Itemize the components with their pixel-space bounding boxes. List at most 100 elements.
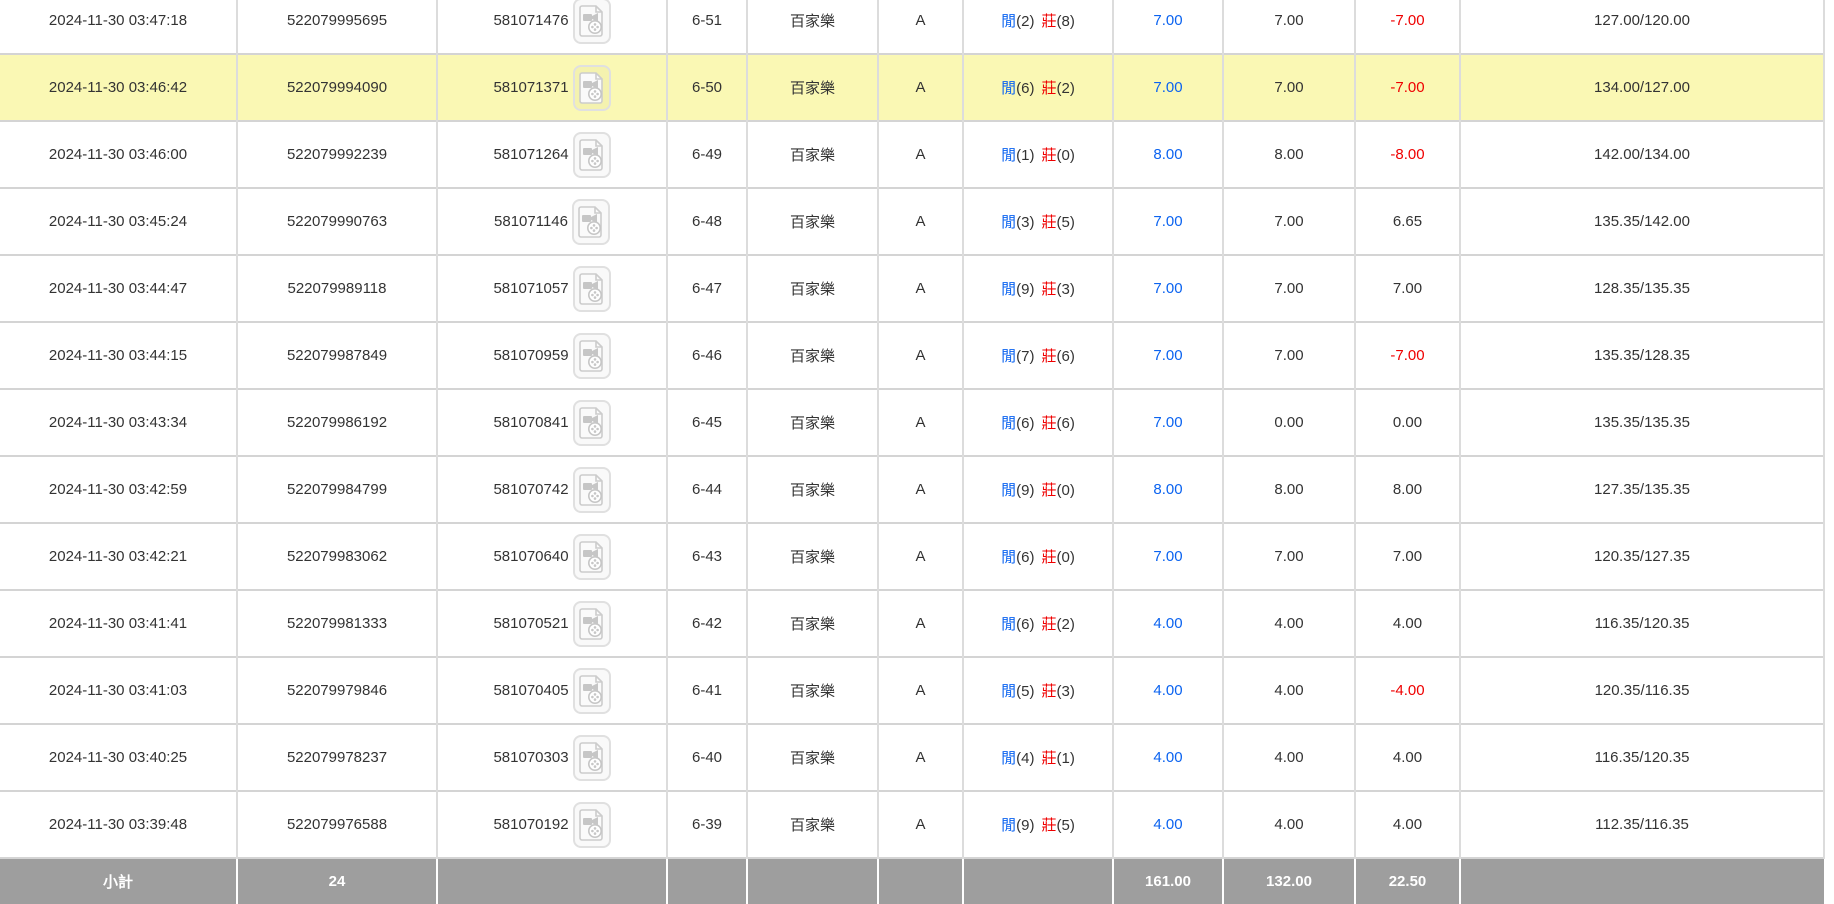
round-no-cell: 6-41 [667, 657, 747, 724]
win-loss-value: -7.00 [1390, 347, 1424, 364]
video-replay-button[interactable] [573, 132, 611, 178]
bet-records-table-wrap: 2024-11-30 03:47:18 522079995695 5810714… [0, 0, 1825, 904]
summary-valid-bet-total: 161.00 [1113, 858, 1223, 904]
round-no-cell: 6-42 [667, 590, 747, 657]
bet-id-cell: 522079979846 [237, 657, 437, 724]
player-result-label: 閒 [1001, 214, 1016, 231]
table-row[interactable]: 2024-11-30 03:39:48 522079976588 5810701… [0, 791, 1824, 858]
result-cell: 閒(9)莊(3) [963, 255, 1113, 322]
table-row[interactable]: 2024-11-30 03:42:21 522079983062 5810706… [0, 523, 1824, 590]
video-replay-icon [579, 407, 605, 439]
video-replay-button[interactable] [572, 199, 610, 245]
banker-result-label: 莊 [1042, 281, 1057, 298]
player-result-score: (6) [1016, 616, 1034, 633]
player-result-score: (9) [1016, 281, 1034, 298]
banker-result-score: (6) [1057, 415, 1075, 432]
round-no-cell: 6-43 [667, 523, 747, 590]
table-row[interactable]: 2024-11-30 03:46:42 522079994090 5810713… [0, 54, 1824, 121]
video-replay-button[interactable] [573, 534, 611, 580]
balance-cell: 142.00/134.00 [1460, 121, 1824, 188]
bet-records-table: 2024-11-30 03:47:18 522079995695 5810714… [0, 0, 1825, 904]
balance-cell: 128.35/135.35 [1460, 255, 1824, 322]
round-no-cell: 6-51 [667, 0, 747, 54]
player-result-label: 閒 [1001, 348, 1016, 365]
summary-label: 小計 [0, 858, 237, 904]
video-replay-button[interactable] [573, 601, 611, 647]
player-result-score: (2) [1016, 13, 1034, 30]
bet-amount-cell: 4.00 [1223, 657, 1355, 724]
video-replay-icon [579, 139, 605, 171]
banker-result-label: 莊 [1042, 549, 1057, 566]
game-type-cell: 百家樂 [747, 255, 878, 322]
banker-result-score: (2) [1057, 80, 1075, 97]
win-loss-cell: 8.00 [1355, 456, 1460, 523]
summary-empty-cell [1460, 858, 1824, 904]
table-name-cell: A [878, 255, 963, 322]
player-result-score: (6) [1016, 415, 1034, 432]
video-replay-button[interactable] [573, 467, 611, 513]
table-row[interactable]: 2024-11-30 03:44:47 522079989118 5810710… [0, 255, 1824, 322]
game-type-cell: 百家樂 [747, 121, 878, 188]
banker-result-score: (0) [1057, 482, 1075, 499]
balance-cell: 127.35/135.35 [1460, 456, 1824, 523]
video-replay-button[interactable] [573, 668, 611, 714]
video-replay-icon [579, 273, 605, 305]
table-name-cell: A [878, 188, 963, 255]
video-replay-button[interactable] [573, 65, 611, 111]
summary-empty-cell [667, 858, 747, 904]
summary-empty-cell [437, 858, 667, 904]
round-id-cell: 581070303 [437, 724, 667, 791]
video-replay-button[interactable] [573, 735, 611, 781]
win-loss-cell: -8.00 [1355, 121, 1460, 188]
balance-cell: 116.35/120.35 [1460, 590, 1824, 657]
win-loss-value: 4.00 [1393, 816, 1422, 833]
table-row[interactable]: 2024-11-30 03:41:41 522079981333 5810705… [0, 590, 1824, 657]
game-type-cell: 百家樂 [747, 322, 878, 389]
balance-cell: 120.35/127.35 [1460, 523, 1824, 590]
bet-id-cell: 522079983062 [237, 523, 437, 590]
table-name-cell: A [878, 54, 963, 121]
player-result-label: 閒 [1001, 281, 1016, 298]
table-name-cell: A [878, 724, 963, 791]
bet-time-cell: 2024-11-30 03:40:25 [0, 724, 237, 791]
table-row[interactable]: 2024-11-30 03:46:00 522079992239 5810712… [0, 121, 1824, 188]
table-name-cell: A [878, 389, 963, 456]
video-replay-button[interactable] [573, 333, 611, 379]
bet-time-cell: 2024-11-30 03:41:03 [0, 657, 237, 724]
result-cell: 閒(9)莊(0) [963, 456, 1113, 523]
player-result-score: (7) [1016, 348, 1034, 365]
player-result-label: 閒 [1001, 415, 1016, 432]
video-replay-button[interactable] [573, 802, 611, 848]
balance-cell: 116.35/120.35 [1460, 724, 1824, 791]
table-row[interactable]: 2024-11-30 03:45:24 522079990763 5810711… [0, 188, 1824, 255]
video-replay-button[interactable] [573, 0, 611, 44]
bet-id-cell: 522079978237 [237, 724, 437, 791]
table-row[interactable]: 2024-11-30 03:42:59 522079984799 5810707… [0, 456, 1824, 523]
valid-bet-cell: 7.00 [1113, 0, 1223, 54]
table-row[interactable]: 2024-11-30 03:41:03 522079979846 5810704… [0, 657, 1824, 724]
table-row[interactable]: 2024-11-30 03:47:18 522079995695 5810714… [0, 0, 1824, 54]
table-row[interactable]: 2024-11-30 03:43:34 522079986192 5810708… [0, 389, 1824, 456]
video-replay-button[interactable] [573, 266, 611, 312]
round-no-cell: 6-47 [667, 255, 747, 322]
bet-id-cell: 522079976588 [237, 791, 437, 858]
game-type-cell: 百家樂 [747, 389, 878, 456]
player-result-label: 閒 [1001, 750, 1016, 767]
round-id-cell: 581070405 [437, 657, 667, 724]
valid-bet-cell: 4.00 [1113, 590, 1223, 657]
banker-result-label: 莊 [1042, 683, 1057, 700]
video-replay-button[interactable] [573, 400, 611, 446]
summary-row: 小計 24 161.00 132.00 22.50 [0, 858, 1824, 904]
banker-result-label: 莊 [1042, 147, 1057, 164]
bet-time-cell: 2024-11-30 03:46:00 [0, 121, 237, 188]
round-id-cell: 581071371 [437, 54, 667, 121]
table-row[interactable]: 2024-11-30 03:44:15 522079987849 5810709… [0, 322, 1824, 389]
table-row[interactable]: 2024-11-30 03:40:25 522079978237 5810703… [0, 724, 1824, 791]
video-replay-icon [579, 72, 605, 104]
balance-cell: 135.35/142.00 [1460, 188, 1824, 255]
win-loss-value: -7.00 [1390, 79, 1424, 96]
bet-id-cell: 522079995695 [237, 0, 437, 54]
bet-id-cell: 522079986192 [237, 389, 437, 456]
summary-bet-amount-total: 132.00 [1223, 858, 1355, 904]
bet-id-cell: 522079981333 [237, 590, 437, 657]
